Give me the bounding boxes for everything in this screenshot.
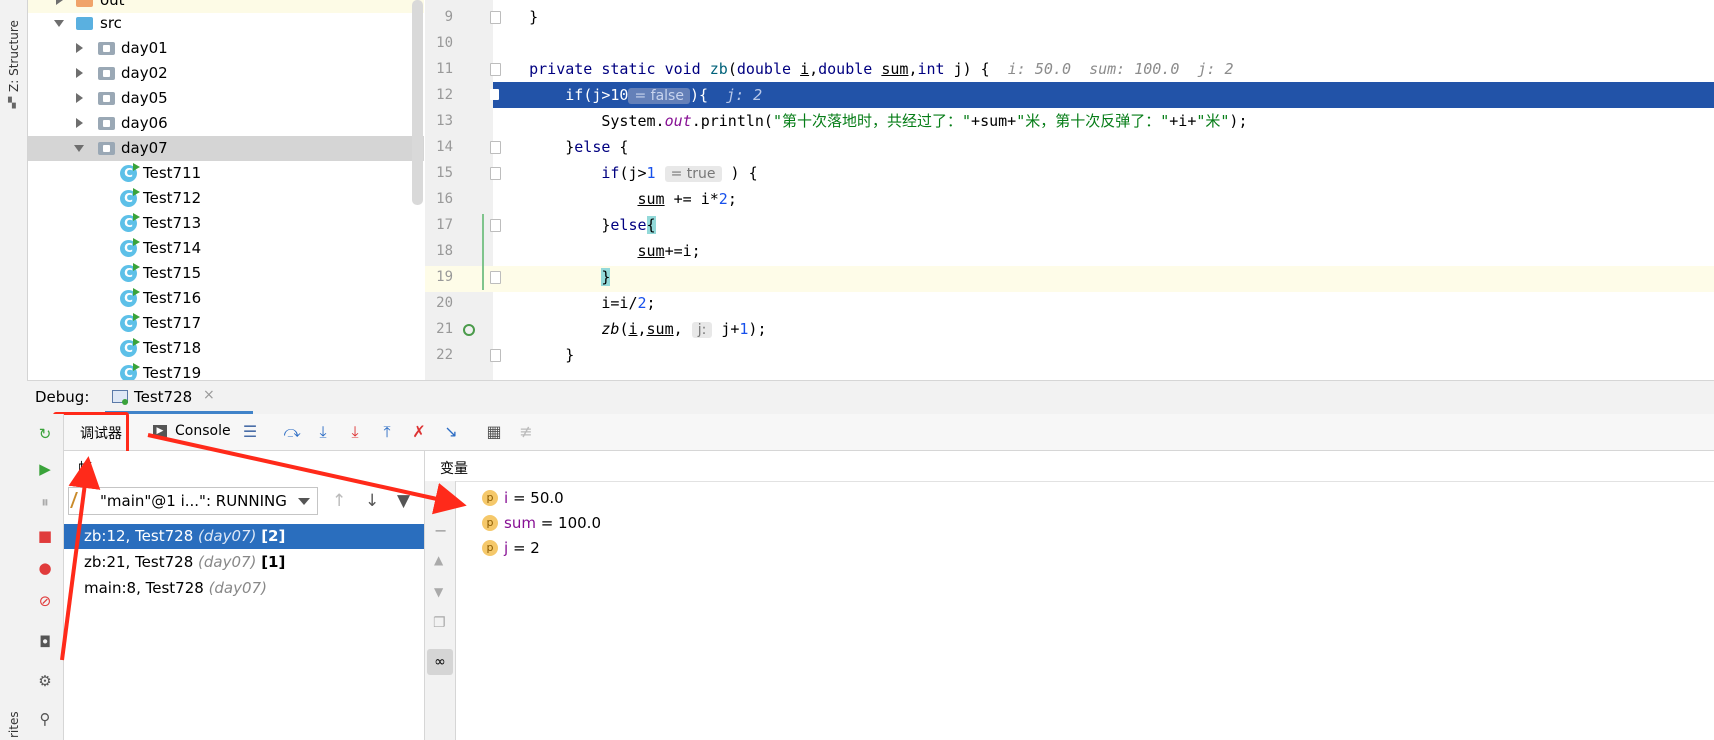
annotation-arrow-up — [60, 456, 101, 661]
annotation-arrow-right — [147, 433, 467, 515]
annotation-arrows — [60, 433, 467, 661]
